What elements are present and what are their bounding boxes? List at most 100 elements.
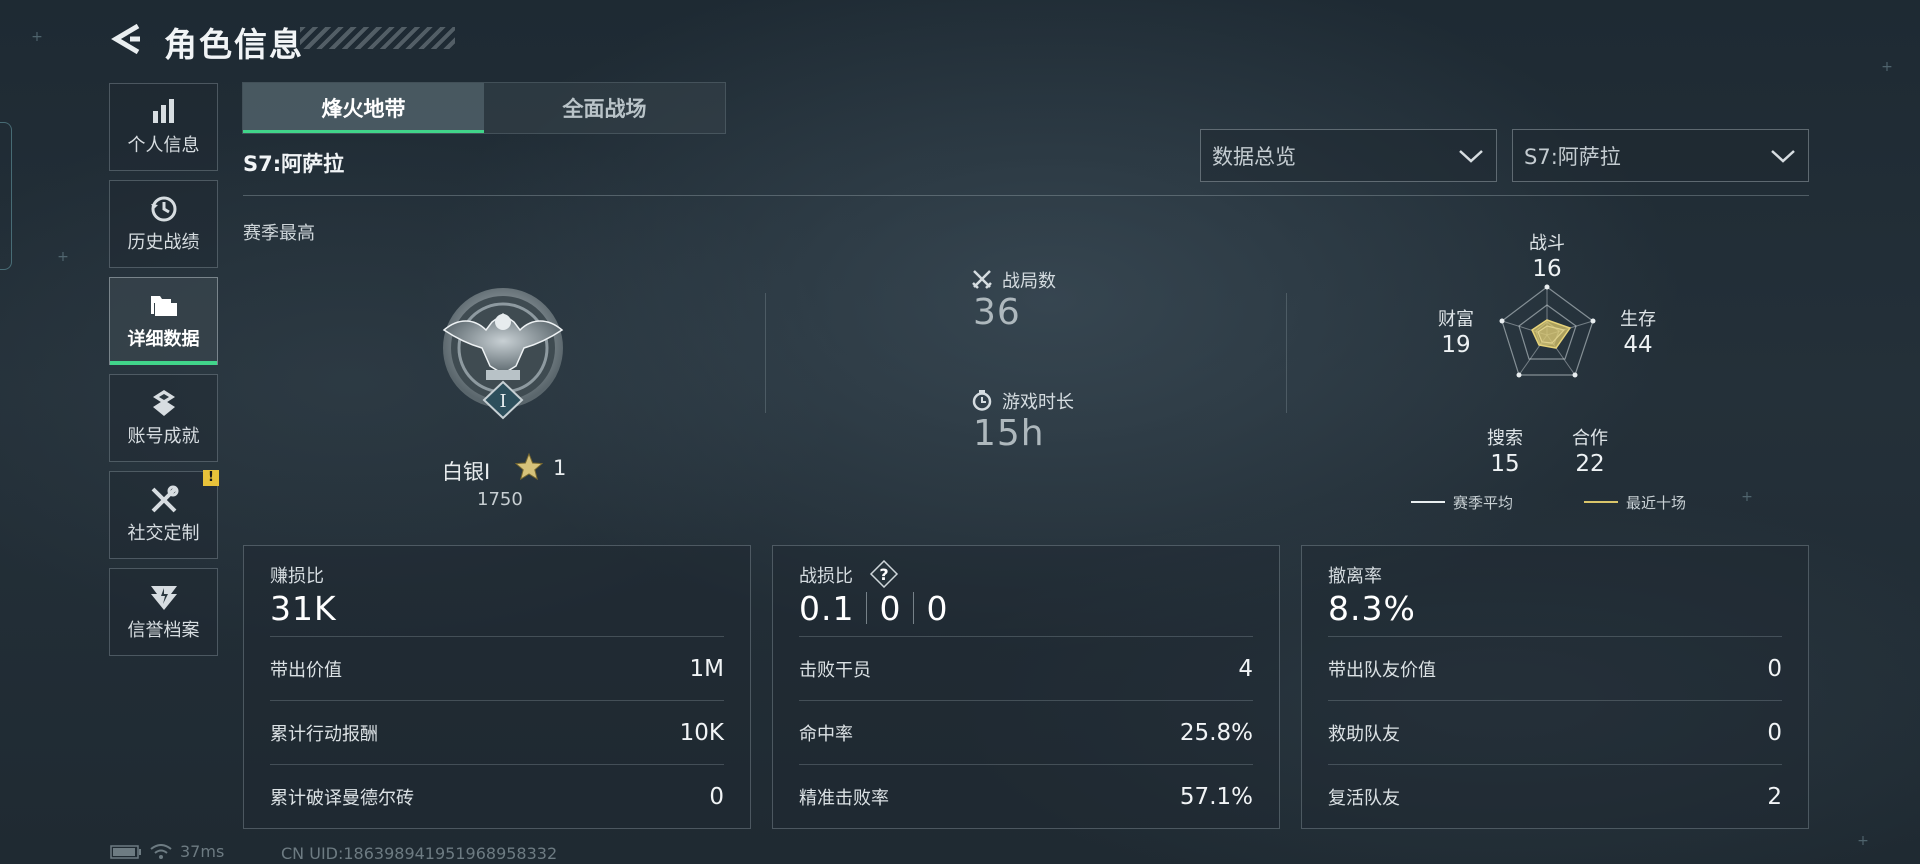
stat-row-label: 精准击败率 <box>799 787 889 809</box>
rank-emblem: I <box>434 278 572 420</box>
mode-tabs: 烽火地带 全面战场 <box>242 82 726 134</box>
extract-panel: 撤离率 8.3% 带出队友价值 0 救助队友 0 复活队友 2 <box>1301 545 1809 829</box>
sidebar-item-achievements[interactable]: 账号成就 <box>109 374 218 462</box>
stat-row: 带出队友价值 0 <box>1328 636 1782 700</box>
kd-value-tertiary: 0 <box>926 589 949 628</box>
side-edge-handle[interactable] <box>0 122 12 270</box>
chevron-down-icon <box>1771 149 1795 163</box>
sidebar-item-credit[interactable]: 信誉档案 <box>109 568 218 656</box>
tools-icon <box>147 485 181 515</box>
radar-label-combat: 战斗 <box>1529 233 1565 254</box>
panel-title: 赚损比 <box>270 566 324 587</box>
rank-numeral: I <box>499 391 506 412</box>
tab-warzone-zone[interactable]: 烽火地带 <box>243 83 484 133</box>
stat-row-label: 复活队友 <box>1328 787 1400 809</box>
column-divider <box>765 293 766 413</box>
stat-row: 累计破译曼德尔砖 0 <box>270 764 724 828</box>
stat-row-label: 累计行动报酬 <box>270 723 378 745</box>
stat-row: 复活队友 2 <box>1328 764 1782 828</box>
stat-row: 救助队友 0 <box>1328 700 1782 764</box>
panel-title: 战损比 <box>799 566 853 587</box>
stat-row: 命中率 25.8% <box>799 700 1253 764</box>
dropdown-value: 数据总览 <box>1212 144 1296 169</box>
radar-value-combat: 16 <box>1532 256 1562 282</box>
stat-row-value: 0 <box>709 783 724 810</box>
legend-line-season-average <box>1411 501 1445 503</box>
season-label: S7:阿萨拉 <box>243 152 345 176</box>
matches-value: 36 <box>973 292 1021 333</box>
stat-row-value: 0 <box>1767 719 1782 746</box>
achievement-icon <box>147 388 181 418</box>
sidebar-item-social[interactable]: 社交定制 ! <box>109 470 219 559</box>
radar-value-coop: 22 <box>1575 451 1605 477</box>
ping-value: 37ms <box>180 842 225 861</box>
kd-value-primary: 0.1 <box>799 589 855 628</box>
stat-row-value: 1M <box>689 655 724 682</box>
wifi-icon <box>150 843 172 859</box>
column-divider <box>1286 293 1287 413</box>
legend-label-season-average: 赛季平均 <box>1453 494 1514 512</box>
stat-row-label: 累计破译曼德尔砖 <box>270 787 414 809</box>
stat-row: 累计行动报酬 10K <box>270 700 724 764</box>
legend-label-recent-ten: 最近十场 <box>1626 494 1687 512</box>
radar-label-coop: 合作 <box>1572 428 1608 449</box>
sidebar-item-personal-info[interactable]: 个人信息 <box>109 83 218 171</box>
stat-row: 精准击败率 57.1% <box>799 764 1253 828</box>
stat-row-value: 10K <box>679 719 724 746</box>
stat-row: 击败干员 4 <box>799 636 1253 700</box>
sidebar-item-history[interactable]: 历史战绩 <box>109 180 218 268</box>
crossed-swords-icon <box>971 268 993 290</box>
decor-crosshair: + <box>1881 59 1893 75</box>
profit-panel: 赚损比 31K 带出价值 1M 累计行动报酬 10K 累计破译曼德尔砖 0 <box>243 545 751 829</box>
season-dropdown[interactable]: S7:阿萨拉 <box>1512 129 1809 182</box>
sidebar-item-detailed-data[interactable]: 详细数据 <box>109 277 218 365</box>
rank-points: 1750 <box>477 489 523 510</box>
page-title: 角色信息 <box>164 25 304 64</box>
radar-value-wealth: 19 <box>1441 332 1471 358</box>
back-arrow-icon[interactable] <box>110 22 144 56</box>
extract-rate-value: 8.3% <box>1328 589 1416 628</box>
value-separator <box>866 592 868 624</box>
kd-value-secondary: 0 <box>879 589 902 628</box>
star-count: 1 <box>553 456 567 480</box>
player-uid: CN UID:186398941951968958332 <box>281 844 558 863</box>
stopwatch-icon <box>971 389 993 411</box>
decor-crosshair: + <box>1741 489 1753 505</box>
legend-line-recent-ten <box>1584 501 1618 503</box>
battery-icon <box>110 844 141 859</box>
folders-icon <box>147 291 181 321</box>
sidebar-item-label: 详细数据 <box>127 329 200 350</box>
sidebar-item-label: 个人信息 <box>127 135 200 156</box>
svg-text:?: ? <box>879 565 888 584</box>
season-best-label: 赛季最高 <box>243 223 315 244</box>
stat-row-label: 带出队友价值 <box>1328 659 1436 681</box>
radar-value-search: 15 <box>1490 451 1520 477</box>
chevron-down-icon <box>1459 149 1483 163</box>
header-divider <box>243 195 1809 196</box>
stat-row: 带出价值 1M <box>270 636 724 700</box>
credit-shield-icon <box>147 582 181 612</box>
decor-crosshair: + <box>57 249 69 265</box>
data-type-dropdown[interactable]: 数据总览 <box>1200 129 1497 182</box>
sidebar-item-label: 信誉档案 <box>127 620 200 641</box>
rank-name: 白银I <box>442 460 491 484</box>
stat-row-value: 2 <box>1767 783 1782 810</box>
stat-row-value: 25.8% <box>1179 719 1253 746</box>
kd-panel: 战损比 ? 0.1 0 0 击败干员 4 命中率 25.8% 精准击败率 57.1% <box>772 545 1280 829</box>
stat-row-value: 57.1% <box>1179 783 1253 810</box>
stat-row-value: 4 <box>1238 655 1253 682</box>
stat-row-label: 命中率 <box>799 723 853 745</box>
status-bar: 37ms <box>110 842 224 861</box>
panel-title: 撤离率 <box>1328 566 1382 587</box>
star-icon <box>514 452 544 481</box>
help-icon[interactable]: ? <box>869 559 899 589</box>
sidebar-item-label: 历史战绩 <box>127 232 200 253</box>
bar-chart-icon <box>147 97 181 127</box>
value-separator <box>913 592 915 624</box>
sidebar-item-label: 社交定制 <box>127 523 200 544</box>
tab-full-battlefield[interactable]: 全面战场 <box>484 83 725 133</box>
notice-badge: ! <box>203 470 219 486</box>
title-decoration <box>300 27 455 49</box>
decor-crosshair: + <box>1857 833 1869 849</box>
playtime-value: 15h <box>973 413 1045 454</box>
